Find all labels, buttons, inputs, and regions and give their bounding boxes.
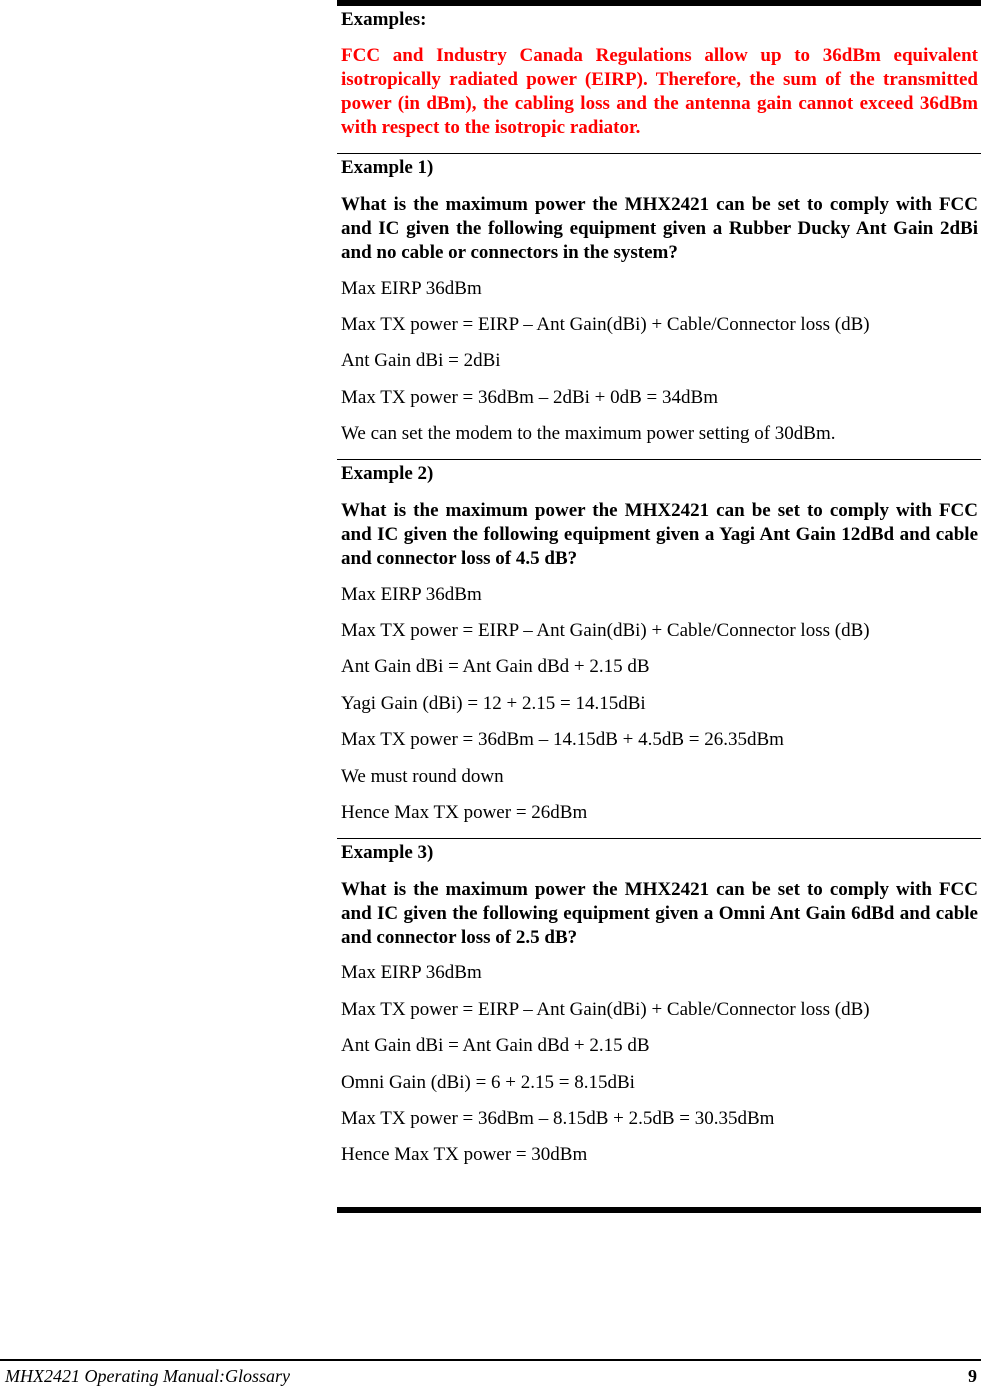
example-2-question: What is the maximum power the MHX2421 ca…: [341, 500, 978, 569]
top-rule: [337, 0, 981, 6]
example-2-title: Example 2): [341, 463, 434, 484]
example-2-line: Yagi Gain (dBi) = 12 + 2.15 = 14.15dBi: [341, 693, 646, 714]
example-3-title: Example 3): [341, 842, 434, 863]
example-2-line: Max TX power = EIRP – Ant Gain(dBi) + Ca…: [341, 620, 870, 641]
example-1-line: Ant Gain dBi = 2dBi: [341, 350, 501, 371]
example-3-question: What is the maximum power the MHX2421 ca…: [341, 879, 978, 948]
section-divider: [337, 459, 981, 460]
footer-page-number: 9: [968, 1366, 977, 1386]
example-1-line: We can set the modem to the maximum powe…: [341, 423, 836, 444]
example-3-line: Max TX power = 36dBm – 8.15dB + 2.5dB = …: [341, 1108, 775, 1129]
footer-document-title: MHX2421 Operating Manual:Glossary: [5, 1366, 290, 1386]
footer-rule: [0, 1359, 981, 1361]
example-1-line: Max EIRP 36dBm: [341, 278, 482, 299]
example-2-line: Max TX power = 36dBm – 14.15dB + 4.5dB =…: [341, 729, 784, 750]
example-2-line: We must round down: [341, 766, 504, 787]
examples-heading: Examples:: [341, 9, 427, 30]
example-1-line: Max TX power = 36dBm – 2dBi + 0dB = 34dB…: [341, 387, 718, 408]
section-divider: [337, 153, 981, 154]
example-3-line: Max TX power = EIRP – Ant Gain(dBi) + Ca…: [341, 999, 870, 1020]
example-3-line: Omni Gain (dBi) = 6 + 2.15 = 8.15dBi: [341, 1072, 635, 1093]
section-divider: [337, 838, 981, 839]
example-1-question: What is the maximum power the MHX2421 ca…: [341, 194, 978, 263]
regulation-notice: FCC and Industry Canada Regulations allo…: [341, 45, 978, 138]
example-1-title: Example 1): [341, 157, 434, 178]
example-2-line: Max EIRP 36dBm: [341, 584, 482, 605]
example-2-line: Hence Max TX power = 26dBm: [341, 802, 588, 823]
example-3-line: Max EIRP 36dBm: [341, 962, 482, 983]
example-3-line: Hence Max TX power = 30dBm: [341, 1144, 588, 1165]
example-2-line: Ant Gain dBi = Ant Gain dBd + 2.15 dB: [341, 656, 650, 677]
example-1-line: Max TX power = EIRP – Ant Gain(dBi) + Ca…: [341, 314, 870, 335]
example-3-line: Ant Gain dBi = Ant Gain dBd + 2.15 dB: [341, 1035, 650, 1056]
bottom-rule: [337, 1207, 981, 1213]
